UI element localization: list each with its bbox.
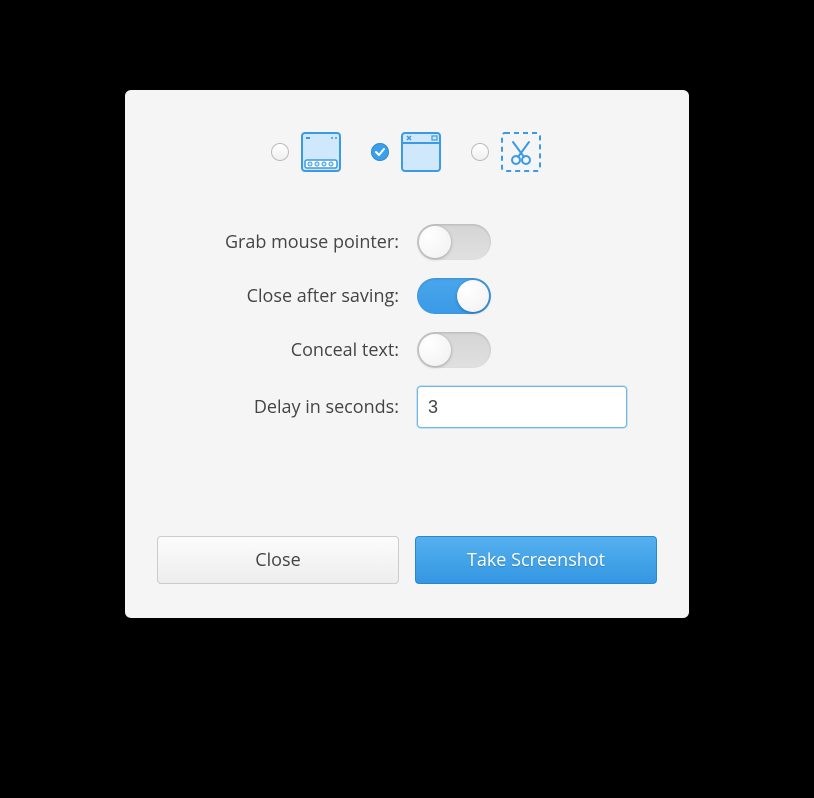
scissors-icon	[499, 130, 543, 174]
screenshot-dialog: Grab mouse pointer: Close after saving: …	[125, 90, 689, 618]
row-grab-pointer: Grab mouse pointer:	[187, 224, 627, 260]
mode-area[interactable]	[471, 130, 543, 174]
radio-window[interactable]	[371, 143, 389, 161]
row-close-after: Close after saving:	[187, 278, 627, 314]
label-conceal-text: Conceal text:	[187, 338, 399, 362]
label-grab-pointer: Grab mouse pointer:	[187, 230, 399, 254]
label-delay: Delay in seconds:	[187, 395, 399, 419]
screen-icon	[299, 130, 343, 174]
label-close-after: Close after saving:	[187, 284, 399, 308]
switch-close-after[interactable]	[417, 278, 491, 314]
row-delay: Delay in seconds: − +	[187, 386, 627, 428]
capture-mode-group	[155, 118, 659, 204]
row-conceal-text: Conceal text:	[187, 332, 627, 368]
delay-spinbutton: − +	[417, 386, 627, 428]
mode-screen[interactable]	[271, 130, 343, 174]
options-panel: Grab mouse pointer: Close after saving: …	[155, 204, 659, 428]
switch-conceal-text[interactable]	[417, 332, 491, 368]
button-row: Close Take Screenshot	[155, 536, 659, 590]
switch-grab-pointer[interactable]	[417, 224, 491, 260]
radio-screen[interactable]	[271, 143, 289, 161]
close-button[interactable]: Close	[157, 536, 399, 584]
take-screenshot-button[interactable]: Take Screenshot	[415, 536, 657, 584]
radio-area[interactable]	[471, 143, 489, 161]
window-icon	[399, 130, 443, 174]
mode-window[interactable]	[371, 130, 443, 174]
delay-input[interactable]	[418, 387, 627, 427]
